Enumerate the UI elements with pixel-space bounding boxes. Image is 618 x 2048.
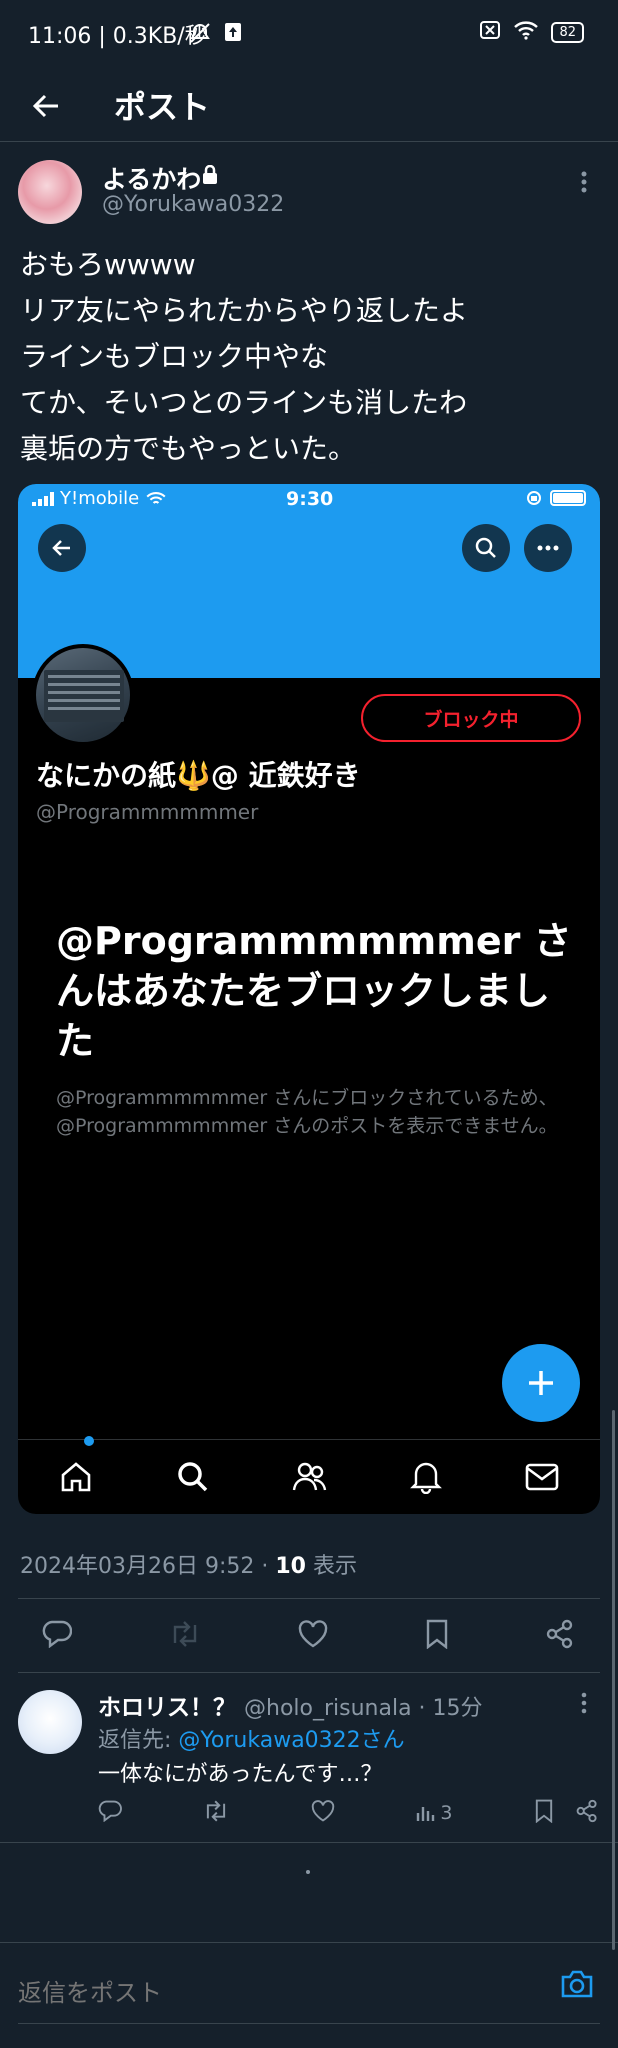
composer-underline bbox=[18, 2023, 600, 2024]
arrow-left-icon bbox=[32, 94, 58, 118]
author-avatar[interactable] bbox=[18, 160, 82, 224]
view-count: 10 bbox=[275, 1554, 306, 1579]
timestamp-text: 2024年03月26日 9:52 · bbox=[20, 1554, 276, 1579]
plus-icon bbox=[529, 1371, 553, 1395]
embedded-status-right bbox=[526, 490, 586, 506]
carrier-label: Y!mobile bbox=[60, 488, 140, 509]
heart-icon bbox=[311, 1799, 335, 1822]
blocked-headline: @Programmmmmmer さんはあなたをブロックしました bbox=[56, 919, 572, 1063]
camera-button[interactable] bbox=[560, 1969, 594, 2003]
reply-author-meta: @holo_risunala · 15分 bbox=[244, 1696, 483, 1721]
reply-to-line: 返信先: @Yorukawa0322さん bbox=[98, 1722, 405, 1754]
repost-button[interactable] bbox=[169, 1621, 201, 1651]
profile-avatar bbox=[32, 644, 134, 746]
reply-views-button[interactable]: 3 bbox=[416, 1802, 453, 1824]
analytics-icon bbox=[417, 1807, 435, 1821]
reply-more-options-button[interactable] bbox=[580, 1692, 588, 1720]
embedded-wifi-icon bbox=[146, 491, 166, 504]
embedded-back-button bbox=[38, 524, 86, 572]
lock-icon bbox=[202, 164, 218, 189]
reply-author-avatar[interactable] bbox=[18, 1690, 82, 1754]
share-icon bbox=[546, 1619, 573, 1649]
loading-indicator bbox=[306, 1870, 310, 1874]
reply-icon bbox=[98, 1800, 122, 1822]
embedded-bottom-nav bbox=[18, 1439, 600, 1514]
tweet-action-bar bbox=[20, 1606, 594, 1666]
like-button[interactable] bbox=[298, 1620, 328, 1652]
embedded-more-button bbox=[524, 524, 572, 572]
bell-icon bbox=[410, 1462, 443, 1494]
share-button[interactable] bbox=[546, 1619, 574, 1653]
author-name[interactable]: よるかわ bbox=[102, 160, 201, 196]
bookmark-icon bbox=[535, 1799, 553, 1823]
divider bbox=[18, 1672, 600, 1673]
embedded-search-icon bbox=[475, 537, 496, 558]
bookmark-button[interactable] bbox=[425, 1619, 449, 1653]
profile-name: なにかの紙🔱@ 近鉄好き bbox=[36, 759, 361, 792]
notification-dot bbox=[84, 1436, 94, 1446]
home-icon bbox=[61, 1462, 91, 1492]
reply-text: 一体なにがあったんです…？ bbox=[98, 1762, 383, 1787]
communities-icon bbox=[292, 1462, 327, 1491]
embedded-status-left: Y!mobile bbox=[32, 488, 167, 509]
status-bar: 11:06 | 0.3KB/秒 82 bbox=[0, 0, 618, 70]
embedded-time: 9:30 bbox=[286, 488, 334, 510]
upload-icon bbox=[224, 22, 242, 46]
reply-to-prefix: 返信先: bbox=[98, 1728, 179, 1753]
back-button[interactable] bbox=[24, 84, 68, 128]
reply-view-count: 3 bbox=[440, 1802, 453, 1824]
embedded-arrow-left-icon bbox=[52, 540, 70, 556]
mute-icon bbox=[188, 22, 212, 48]
reply-right-actions bbox=[534, 1799, 598, 1828]
more-vertical-icon bbox=[581, 171, 587, 193]
reply-action-bar: 3 bbox=[98, 1796, 598, 1830]
blocked-description: @Programmmmmmer さんにブロックされているため、@Programm… bbox=[56, 1087, 558, 1137]
page-title: ポスト bbox=[114, 88, 211, 126]
reply-reply-button[interactable] bbox=[98, 1800, 122, 1827]
reply-button[interactable] bbox=[42, 1620, 73, 1652]
more-options-button[interactable] bbox=[580, 170, 588, 200]
compose-fab bbox=[502, 1344, 580, 1422]
reply-icon bbox=[42, 1620, 73, 1649]
share-icon bbox=[576, 1799, 597, 1822]
wifi-icon bbox=[513, 20, 539, 44]
tweet-text: おもろwwww リア友にやられたからやり返したよ ラインもブロック中やな てか、… bbox=[20, 248, 469, 465]
reply-bookmark-button[interactable] bbox=[534, 1799, 554, 1828]
attached-image[interactable]: Y!mobile 9:30 ブロック中 なにかの紙🔱@ 近鉄好き @Progra… bbox=[18, 484, 600, 1514]
mail-icon bbox=[525, 1463, 559, 1491]
orientation-lock-icon bbox=[527, 491, 541, 505]
embedded-more-horizontal-icon bbox=[537, 545, 559, 551]
status-bar-right: 82 bbox=[479, 20, 584, 44]
tweet-timestamp: 2024年03月26日 9:52 · 10 表示 bbox=[20, 1548, 357, 1580]
reply-like-button[interactable] bbox=[311, 1799, 335, 1827]
embedded-search-button bbox=[462, 524, 510, 572]
author-handle[interactable]: @Yorukawa0322 bbox=[102, 192, 284, 217]
scrollbar[interactable] bbox=[612, 1410, 615, 1950]
reply-author-name[interactable]: ホロリス！？ bbox=[98, 1688, 236, 1722]
repost-icon bbox=[173, 1621, 197, 1647]
divider bbox=[18, 1598, 600, 1599]
reply-input[interactable] bbox=[18, 1973, 558, 2013]
view-label: 表示 bbox=[305, 1554, 357, 1579]
bookmark-icon bbox=[426, 1619, 448, 1650]
embedded-nav-search-icon bbox=[177, 1462, 207, 1492]
reply-share-button[interactable] bbox=[576, 1799, 598, 1828]
battery-indicator: 82 bbox=[551, 21, 584, 43]
reply-to-link[interactable]: @Yorukawa0322さん bbox=[178, 1728, 404, 1753]
reply-composer bbox=[0, 1942, 618, 2048]
repost-icon bbox=[207, 1800, 226, 1821]
reply-repost-button[interactable] bbox=[203, 1800, 229, 1827]
no-sim-icon bbox=[479, 20, 501, 44]
signal-icon bbox=[32, 491, 54, 506]
top-app-bar: ポスト bbox=[0, 70, 618, 142]
divider bbox=[0, 1842, 618, 1843]
camera-icon bbox=[561, 1970, 593, 1998]
blocked-button: ブロック中 bbox=[361, 694, 581, 742]
status-bar-time: 11:06 | 0.3KB/秒 bbox=[28, 24, 207, 49]
profile-handle: @Programmmmmmer bbox=[36, 800, 259, 824]
embedded-battery-icon bbox=[550, 490, 586, 506]
more-vertical-icon bbox=[581, 1692, 587, 1714]
heart-icon bbox=[298, 1620, 328, 1648]
